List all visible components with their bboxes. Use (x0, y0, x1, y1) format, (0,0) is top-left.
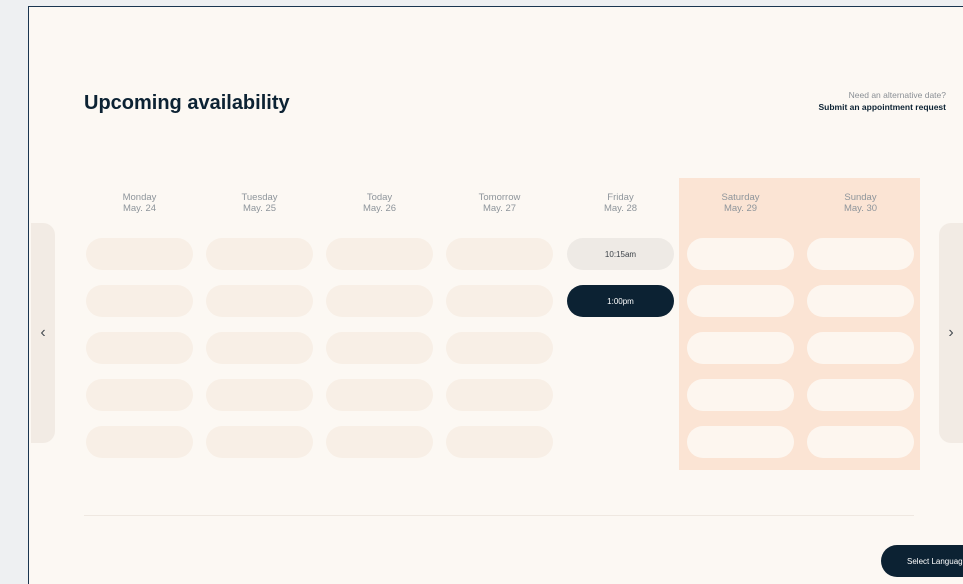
slot-placeholder (687, 379, 794, 411)
slot-placeholder (326, 379, 433, 411)
slot-placeholder (206, 379, 313, 411)
slot-placeholder (807, 379, 914, 411)
slot-placeholder (326, 426, 433, 458)
day-header-monday: Monday May. 24 (122, 192, 157, 214)
divider (84, 515, 914, 516)
slot-placeholder (687, 285, 794, 317)
slot-placeholder (807, 285, 914, 317)
slot-placeholder (86, 332, 193, 364)
day-header-saturday: Saturday May. 29 (721, 192, 760, 214)
alternative-date-question: Need an alternative date? (848, 90, 946, 100)
day-header-tuesday: Tuesday May. 25 (241, 192, 278, 214)
time-slot-100pm-selected[interactable]: 1:00pm (567, 285, 674, 317)
prev-week-button[interactable]: ‹ (31, 223, 55, 443)
select-language-button[interactable]: Select Language (881, 545, 963, 577)
appointment-request-link[interactable]: Submit an appointment request (818, 102, 946, 112)
slot-placeholder (206, 426, 313, 458)
chevron-left-icon: ‹ (40, 324, 46, 341)
day-header-tomorrow: Tomorrow May. 27 (478, 192, 521, 214)
slot-placeholder (86, 379, 193, 411)
slot-placeholder (326, 238, 433, 270)
slot-placeholder (687, 238, 794, 270)
chevron-right-icon: › (948, 324, 954, 341)
day-header-sunday: Sunday May. 30 (843, 192, 878, 214)
availability-panel: Upcoming availability Need an alternativ… (28, 6, 963, 584)
slot-placeholder (326, 285, 433, 317)
slot-placeholder (206, 285, 313, 317)
slot-placeholder (86, 426, 193, 458)
slot-placeholder (446, 379, 553, 411)
slot-placeholder (446, 332, 553, 364)
day-header-today: Today May. 26 (362, 192, 397, 214)
slot-placeholder (807, 426, 914, 458)
next-week-button[interactable]: › (939, 223, 963, 443)
slot-placeholder (446, 426, 553, 458)
slot-placeholder (86, 285, 193, 317)
slot-placeholder (446, 238, 553, 270)
time-slot-1015am[interactable]: 10:15am (567, 238, 674, 270)
slot-placeholder (86, 238, 193, 270)
slot-placeholder (446, 285, 553, 317)
alternative-date-section: Need an alternative date? Submit an appo… (818, 90, 946, 112)
slot-placeholder (807, 238, 914, 270)
slot-placeholder (807, 332, 914, 364)
slot-placeholder (687, 426, 794, 458)
slot-placeholder (326, 332, 433, 364)
day-header-friday: Friday May. 28 (603, 192, 638, 214)
slot-placeholder (206, 332, 313, 364)
page-title: Upcoming availability (84, 92, 290, 114)
slot-placeholder (687, 332, 794, 364)
slot-placeholder (206, 238, 313, 270)
